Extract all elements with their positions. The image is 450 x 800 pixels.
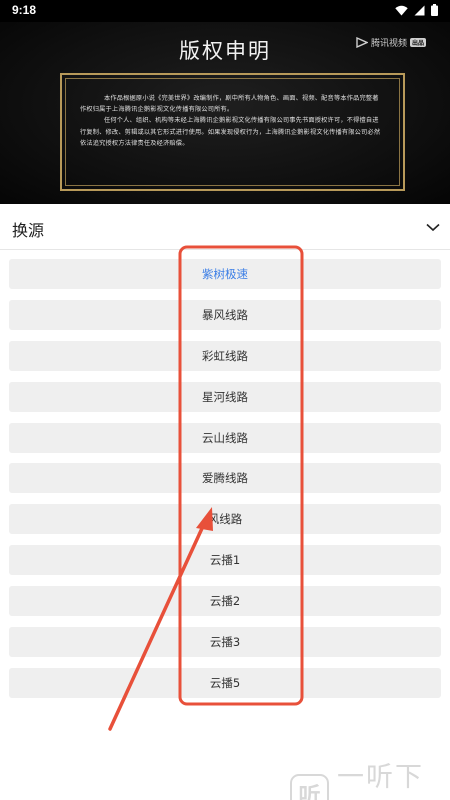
logo-badge: 出品 (409, 38, 426, 47)
battery-icon (431, 4, 438, 16)
source-item[interactable]: 云播3 (9, 627, 441, 658)
source-item-label: 紫树极速 (202, 267, 248, 281)
notice-paragraph-2: 任何个人、组织、机构等未经上海腾讯企鹅影视文化传播有限公司事先书面授权许可，不得… (80, 117, 381, 147)
chevron-down-icon (426, 223, 440, 231)
source-item-label: 风线路 (207, 512, 243, 527)
wifi-icon (395, 5, 408, 15)
signal-icon (414, 5, 425, 15)
source-item[interactable]: 爱腾线路 (9, 463, 441, 494)
play-logo-icon (356, 37, 368, 48)
status-icons (395, 4, 438, 16)
source-item[interactable]: 风线路 (9, 504, 441, 535)
source-item[interactable]: 云山线路 (9, 422, 441, 453)
source-item-label: 云播5 (209, 675, 241, 690)
status-time: 9:18 (12, 3, 37, 17)
sheet-title: 换源 (12, 221, 45, 240)
logo-text: 腾讯视频 (370, 39, 407, 49)
notice-paragraph-1: 本作品根据原小说《完美世界》改编制作，剧中所有人物角色、画面、视频、配音等本作品… (80, 95, 379, 114)
source-item[interactable]: 星河线路 (9, 381, 441, 412)
source-item-label: 云播3 (209, 635, 241, 650)
source-item-label: 云播2 (209, 594, 241, 609)
source-item[interactable]: 云播1 (9, 545, 441, 576)
source-item[interactable]: 云播2 (9, 586, 441, 617)
source-list: 紫树极速暴风线路彩虹线路星河线路云山线路爱腾线路风线路云播1 云播2 云播3 云播5 (9, 259, 441, 709)
tencent-video-logo: 腾讯视频 出品 (355, 36, 426, 49)
source-item[interactable]: 紫树极速 (9, 259, 441, 289)
watermark-text: 一听下载 (337, 762, 425, 793)
source-item-label: 云山线路 (202, 430, 248, 445)
watermark-badge: 听 (290, 774, 330, 800)
source-item[interactable]: 彩虹线路 (9, 340, 441, 371)
source-item-label: 暴风线路 (202, 307, 248, 322)
source-item[interactable]: 暴风线路 (9, 299, 441, 330)
status-bar: 9:18 (0, 0, 450, 22)
copyright-notice-box: 本作品根据原小说《完美世界》改编制作，剧中所有人物角色、画面、视频、配音等本作品… (60, 73, 405, 191)
collapse-button[interactable] (422, 216, 444, 238)
source-item[interactable]: 云播5 (9, 667, 441, 698)
source-item-label: 爱腾线路 (202, 471, 248, 486)
source-item-label: 星河线路 (202, 389, 248, 404)
watermark: 听 一听下载 (290, 755, 450, 800)
source-item-label: 云播1 (209, 553, 241, 568)
video-player[interactable]: 版权申明 腾讯视频 出品 本作品根据原小说《完美世界》改编制作，剧中所有人物角色… (0, 22, 450, 204)
source-item-label: 彩虹线路 (202, 348, 248, 363)
source-sheet-header: 换源 (0, 204, 450, 250)
copyright-notice-inner: 本作品根据原小说《完美世界》改编制作，剧中所有人物角色、画面、视频、配音等本作品… (65, 78, 400, 186)
